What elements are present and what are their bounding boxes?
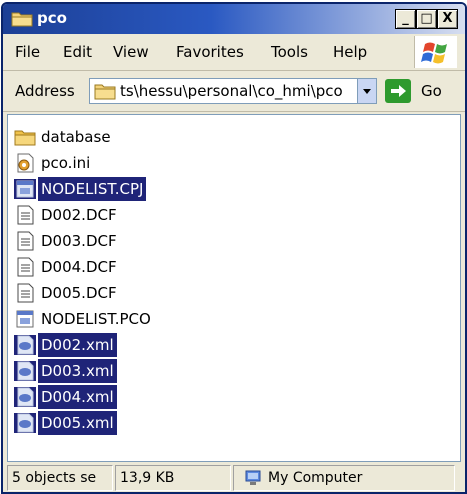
file-name: NODELIST.PCO (41, 310, 151, 328)
menu-edit[interactable]: Edit (63, 43, 92, 61)
app-file-icon (16, 310, 34, 328)
maximize-button[interactable]: □ (416, 9, 437, 29)
menu-favorites[interactable]: Favorites (176, 43, 244, 61)
text-file-icon (17, 283, 34, 303)
title-bar[interactable]: pco _ □ X (3, 4, 465, 34)
file-name: D004.DCF (41, 258, 117, 276)
file-name: D004.xml (38, 385, 117, 409)
menu-view[interactable]: View (113, 43, 149, 61)
status-location: My Computer (268, 470, 363, 486)
file-name: D003.DCF (41, 232, 117, 250)
address-input[interactable]: ts\hessu\personal\co_hmi\pco (89, 78, 377, 104)
status-size: 13,9 KB (115, 465, 231, 491)
menu-file[interactable]: File (15, 43, 40, 61)
file-name: D005.DCF (41, 284, 117, 302)
windows-logo-icon (414, 36, 457, 68)
xml-file-icon (14, 387, 36, 407)
file-name: D003.xml (38, 359, 117, 383)
file-list[interactable]: database pco.ini NODELIST.CPJ D002.DCF D… (7, 114, 461, 462)
menu-bar: File Edit View Favorites Tools Help (3, 34, 465, 71)
file-name: database (41, 128, 111, 146)
settings-file-icon (17, 153, 34, 173)
folder-icon (11, 12, 33, 27)
menu-help[interactable]: Help (333, 43, 367, 61)
xml-file-icon (14, 413, 36, 433)
folder-icon (14, 130, 36, 146)
menu-tools[interactable]: Tools (271, 43, 308, 61)
address-label: Address (15, 82, 75, 100)
text-file-icon (17, 205, 34, 225)
status-location-panel: My Computer (233, 465, 455, 491)
address-dropdown-button[interactable] (357, 79, 376, 103)
text-file-icon (17, 231, 34, 251)
folder-icon (94, 84, 116, 100)
chevron-down-icon (363, 89, 371, 94)
file-name: D002.xml (38, 333, 117, 357)
file-name: D002.DCF (41, 206, 117, 224)
app-file-icon (14, 179, 36, 199)
go-label: Go (421, 82, 442, 100)
status-objects: 5 objects se (7, 465, 113, 491)
file-name: D005.xml (38, 411, 117, 435)
window-title: pco (37, 9, 67, 27)
close-button[interactable]: X (437, 9, 458, 29)
xml-file-icon (14, 335, 36, 355)
file-name: NODELIST.CPJ (38, 177, 147, 201)
status-bar: 5 objects se 13,9 KB My Computer (3, 462, 465, 492)
xml-file-icon (14, 361, 36, 381)
text-file-icon (17, 257, 34, 277)
file-name: pco.ini (41, 154, 91, 172)
explorer-window: pco _ □ X File Edit View Favorites Tools… (1, 2, 467, 494)
go-arrow-icon (385, 79, 411, 103)
go-button[interactable]: Go (385, 78, 455, 104)
computer-icon (245, 470, 261, 485)
address-bar: Address ts\hessu\personal\co_hmi\pco Go (3, 71, 465, 112)
address-path: ts\hessu\personal\co_hmi\pco (120, 82, 343, 100)
minimize-button[interactable]: _ (395, 9, 416, 29)
